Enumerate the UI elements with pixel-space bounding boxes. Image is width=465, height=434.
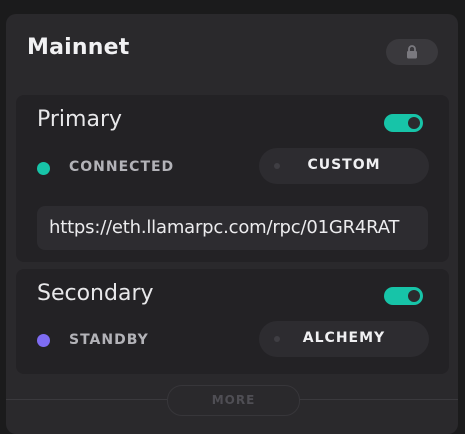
lock-icon: [407, 45, 417, 59]
secondary-status: STANDBY: [69, 332, 149, 348]
network-panel: Mainnet Primary CONNECTED CUSTOM https:/…: [6, 14, 458, 434]
secondary-provider-button[interactable]: ALCHEMY: [259, 321, 429, 357]
network-title: Mainnet: [27, 35, 130, 60]
secondary-rpc-card: Secondary STANDBY ALCHEMY: [16, 269, 449, 374]
more-label: MORE: [211, 393, 256, 407]
connected-status-dot: [37, 162, 50, 175]
primary-provider-button[interactable]: CUSTOM: [259, 148, 429, 184]
rpc-url-value: https://eth.llamarpc.com/rpc/01GR4RAT: [49, 217, 400, 238]
more-button[interactable]: MORE: [167, 385, 300, 416]
rpc-url-input[interactable]: https://eth.llamarpc.com/rpc/01GR4RAT: [37, 206, 428, 250]
primary-toggle[interactable]: [384, 114, 423, 132]
lock-button[interactable]: [386, 39, 438, 65]
primary-title: Primary: [37, 107, 123, 132]
toggle-knob: [408, 290, 420, 302]
primary-provider-label: CUSTOM: [307, 157, 381, 173]
secondary-title: Secondary: [37, 281, 154, 306]
secondary-provider-label: ALCHEMY: [302, 330, 386, 346]
standby-status-dot: [37, 334, 50, 347]
secondary-toggle[interactable]: [384, 287, 423, 305]
toggle-knob: [408, 117, 420, 129]
primary-rpc-card: Primary CONNECTED CUSTOM https://eth.lla…: [16, 95, 449, 262]
primary-status: CONNECTED: [69, 159, 175, 175]
